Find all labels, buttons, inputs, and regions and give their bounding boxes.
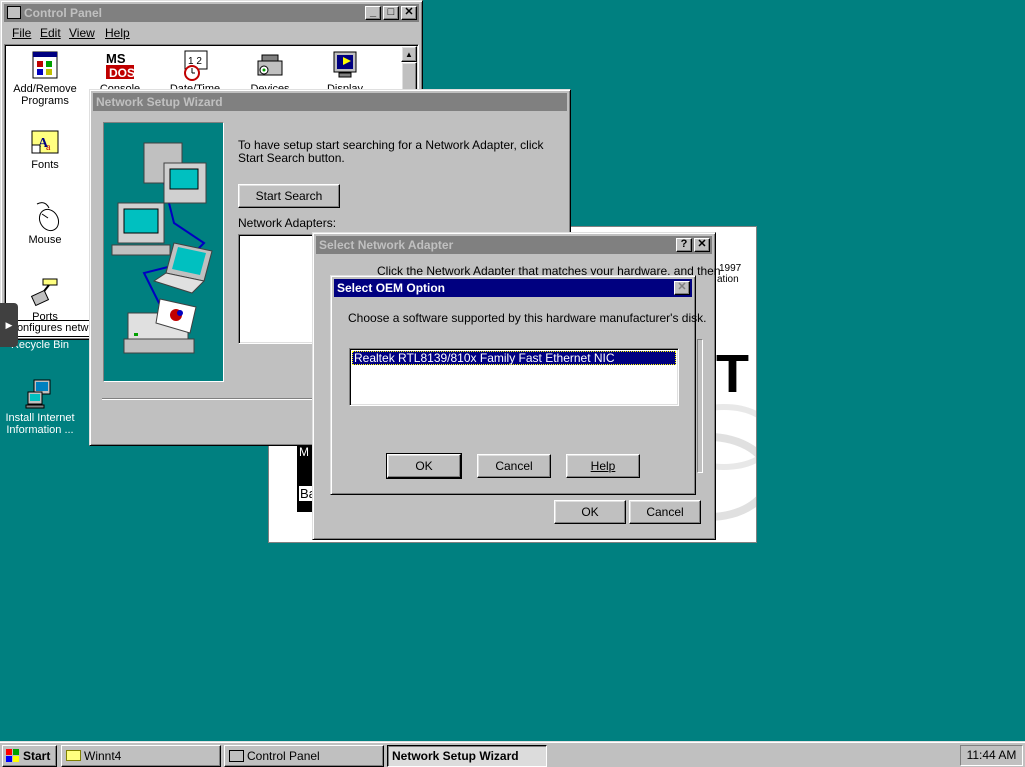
menu-file[interactable]: File xyxy=(12,26,31,40)
menu-help[interactable]: Help xyxy=(105,26,130,40)
cancel-button[interactable]: Cancel xyxy=(629,500,701,524)
ok-label: OK xyxy=(581,505,599,519)
wizard-titlebar[interactable]: Network Setup Wizard xyxy=(93,93,567,111)
close-icon: ✕ xyxy=(697,238,707,250)
devices-icon xyxy=(254,49,286,81)
svg-text:a: a xyxy=(46,142,51,153)
desktop-icon-install-internet-information[interactable]: Install Internet Information ... xyxy=(0,378,80,436)
taskbar-winnt4-label: Winnt4 xyxy=(84,749,122,763)
mouse-label: Mouse xyxy=(28,234,62,246)
doc-frag-m: M xyxy=(299,445,309,459)
cp-icon-ports[interactable]: Ports xyxy=(7,277,83,323)
display-icon xyxy=(329,49,361,81)
wizard-illustration-panel xyxy=(103,122,224,382)
cp-icon-mouse[interactable]: Mouse xyxy=(7,200,83,246)
oem-options-list[interactable]: Realtek RTL8139/810x Family Fast Etherne… xyxy=(349,348,679,406)
minimize-button[interactable]: _ xyxy=(365,6,381,20)
taskbar-control-panel-label: Control Panel xyxy=(247,749,320,763)
wizard-title: Network Setup Wizard xyxy=(96,95,223,109)
control-panel-title-icon xyxy=(7,6,21,19)
add-remove-label-1: Add/Remove xyxy=(13,83,77,95)
mouse-icon xyxy=(29,200,61,232)
folder-icon xyxy=(66,750,81,761)
oem-option-label: Realtek RTL8139/810x Family Fast Etherne… xyxy=(354,351,615,365)
close-button[interactable]: ✕ xyxy=(694,238,710,252)
system-tray: 11:44 AM xyxy=(960,745,1023,766)
ok-label: OK xyxy=(415,459,433,473)
add-remove-programs-icon xyxy=(29,49,61,81)
cancel-label: Cancel xyxy=(646,505,684,519)
control-panel-title: Control Panel xyxy=(24,6,103,20)
taskbar-button-network-setup-wizard[interactable]: Network Setup Wizard xyxy=(387,745,547,767)
cp-icon-fonts[interactable]: Aa Fonts xyxy=(7,125,83,171)
select-adapter-list-frame-right xyxy=(697,339,703,473)
fonts-folder-icon: Aa xyxy=(29,125,61,157)
select-adapter-titlebar[interactable]: Select Network Adapter ? ✕ xyxy=(316,236,712,254)
help-question-icon: ? xyxy=(680,238,688,250)
start-search-label: Start Search xyxy=(255,189,323,203)
maximize-button[interactable]: □ xyxy=(383,6,399,20)
start-search-button[interactable]: Start Search xyxy=(238,184,340,208)
doc-big-letter: T xyxy=(716,344,749,404)
recycle-bin-label: Recycle Bin xyxy=(10,339,70,351)
scroll-up-button[interactable]: ▲ xyxy=(401,46,417,62)
computer-setup-icon xyxy=(24,378,56,410)
select-adapter-title: Select Network Adapter xyxy=(319,238,454,252)
tooltip-text: Configures netwo xyxy=(9,322,92,334)
help-button[interactable]: Help xyxy=(566,454,640,478)
close-icon: ✕ xyxy=(677,281,687,293)
control-panel-menubar: File Edit View Help xyxy=(4,24,419,42)
calendar-clock-icon: 1 2 xyxy=(179,49,211,81)
start-label: Start xyxy=(23,749,51,763)
oem-option-item[interactable]: Realtek RTL8139/810x Family Fast Etherne… xyxy=(352,351,676,365)
svg-text:DOS: DOS xyxy=(109,66,135,80)
wizard-instruction: To have setup start searching for a Netw… xyxy=(238,138,544,165)
oem-title: Select OEM Option xyxy=(337,281,446,295)
add-remove-label-2: Programs xyxy=(21,95,69,107)
cancel-button[interactable]: Cancel xyxy=(477,454,551,478)
close-button[interactable]: ✕ xyxy=(674,281,690,295)
network-computers-illustration xyxy=(111,142,213,354)
ms-dos-console-icon: MS DOS xyxy=(104,49,136,81)
help-button[interactable]: ? xyxy=(676,238,692,252)
cancel-label: Cancel xyxy=(495,459,533,473)
oem-titlebar[interactable]: Select OEM Option ✕ xyxy=(334,279,692,297)
network-adapters-label: Network Adapters: xyxy=(238,216,337,230)
install-internet-label-2: Information ... xyxy=(6,424,74,436)
oem-instruction: Choose a software supported by this hard… xyxy=(348,311,707,325)
tooltip-arrow-tab[interactable]: ▶ xyxy=(0,303,18,347)
fonts-label: Fonts xyxy=(31,159,59,171)
menu-edit[interactable]: Edit xyxy=(40,26,61,40)
control-panel-icon xyxy=(229,750,244,762)
control-panel-titlebar[interactable]: Control Panel _ □ ✕ xyxy=(4,4,419,22)
doc-year: 1997 xyxy=(719,263,742,274)
ok-button[interactable]: OK xyxy=(386,453,462,479)
install-internet-label-1: Install Internet xyxy=(5,412,75,424)
taskbar-button-control-panel[interactable]: Control Panel xyxy=(224,745,384,767)
taskbar-button-winnt4[interactable]: Winnt4 xyxy=(61,745,221,767)
ports-icon xyxy=(29,277,61,309)
taskbar-wizard-label: Network Setup Wizard xyxy=(392,749,519,763)
help-label: Help xyxy=(590,459,616,473)
svg-text:MS: MS xyxy=(106,51,126,66)
clock[interactable]: 11:44 AM xyxy=(967,748,1017,762)
menu-view[interactable]: View xyxy=(69,26,95,40)
windows-logo-icon xyxy=(6,749,19,762)
start-button[interactable]: Start xyxy=(2,745,57,767)
select-oem-option-dialog: Select OEM Option ✕ Choose a software su… xyxy=(330,275,706,495)
cp-icon-add-remove-programs[interactable]: Add/Remove Programs xyxy=(7,49,83,107)
close-button[interactable]: ✕ xyxy=(401,6,417,20)
ok-button[interactable]: OK xyxy=(554,500,626,524)
